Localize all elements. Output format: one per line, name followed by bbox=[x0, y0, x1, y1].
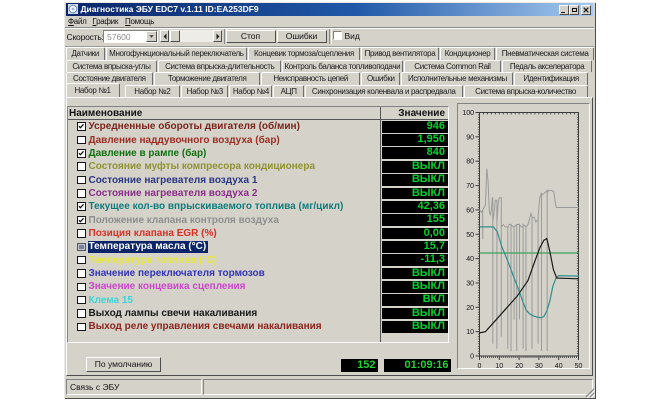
svg-text:50: 50 bbox=[575, 363, 583, 368]
svg-text:100: 100 bbox=[462, 110, 474, 117]
svg-text:40: 40 bbox=[555, 363, 563, 368]
svg-text:10: 10 bbox=[466, 329, 474, 336]
svg-text:0: 0 bbox=[478, 363, 482, 368]
svg-text:70: 70 bbox=[466, 183, 474, 190]
svg-text:30: 30 bbox=[466, 280, 474, 287]
svg-text:50: 50 bbox=[466, 232, 474, 239]
svg-text:60: 60 bbox=[466, 207, 474, 214]
svg-text:20: 20 bbox=[466, 305, 474, 312]
svg-text:0: 0 bbox=[470, 354, 474, 361]
svg-text:30: 30 bbox=[535, 363, 543, 368]
svg-text:20: 20 bbox=[515, 363, 523, 368]
svg-text:80: 80 bbox=[466, 159, 474, 166]
svg-text:90: 90 bbox=[466, 134, 474, 141]
svg-text:10: 10 bbox=[495, 363, 503, 368]
svg-text:40: 40 bbox=[466, 256, 474, 263]
